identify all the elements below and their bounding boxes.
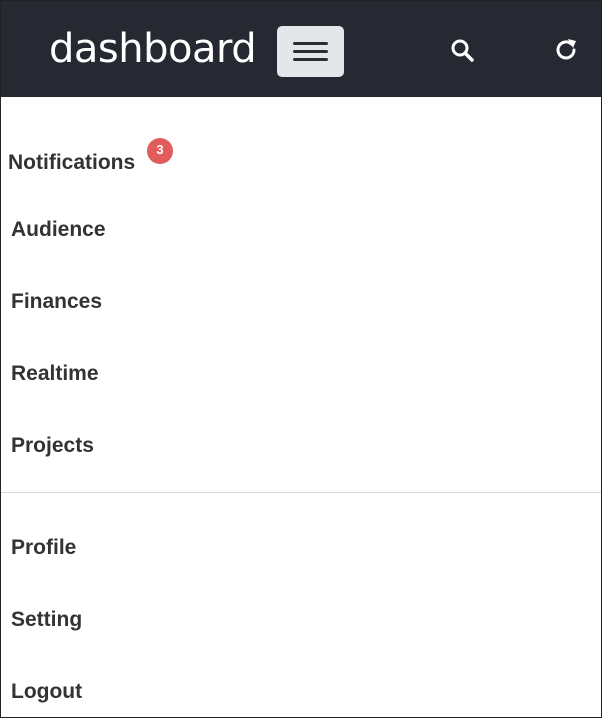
nav-item-setting[interactable]: Setting xyxy=(11,608,82,632)
search-icon xyxy=(448,36,476,64)
refresh-button[interactable] xyxy=(552,36,580,64)
nav-item-label: Finances xyxy=(11,290,103,313)
nav-item-label: Setting xyxy=(11,608,83,631)
nav-item-projects[interactable]: Projects xyxy=(11,434,94,458)
nav-item-label: Logout xyxy=(11,680,83,703)
nav-item-label: Profile xyxy=(11,536,77,559)
hamburger-icon xyxy=(277,26,344,77)
nav-item-notifications[interactable]: Notifications xyxy=(8,151,135,175)
nav-item-label: Projects xyxy=(11,434,94,457)
nav-item-finances[interactable]: Finances xyxy=(11,290,102,314)
top-navbar: dashboard xyxy=(1,1,601,97)
refresh-icon xyxy=(552,36,580,64)
nav-item-label: Realtime xyxy=(11,362,99,385)
nav-item-realtime[interactable]: Realtime xyxy=(11,362,99,386)
nav-item-logout[interactable]: Logout xyxy=(11,680,82,704)
nav-item-label: Audience xyxy=(11,218,106,241)
search-button[interactable] xyxy=(448,36,476,64)
notification-badge: 3 xyxy=(147,138,173,164)
nav-item-audience[interactable]: Audience xyxy=(11,218,106,242)
menu-toggle-button[interactable] xyxy=(277,26,344,77)
app-frame: dashboard Notifications 3 Audience Finan… xyxy=(0,0,602,718)
nav-item-label: Notifications xyxy=(8,151,136,174)
nav-divider xyxy=(1,492,601,493)
nav-item-profile[interactable]: Profile xyxy=(11,536,76,560)
brand-title[interactable]: dashboard xyxy=(49,25,257,73)
